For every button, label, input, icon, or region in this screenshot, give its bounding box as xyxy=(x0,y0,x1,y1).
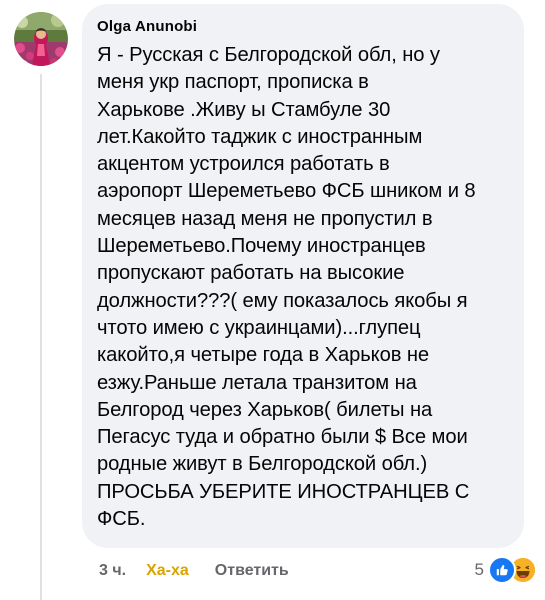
comment-bubble: Olga Anunobi Я - Русская с Белгородской … xyxy=(82,4,524,548)
comment-thread: Olga Anunobi Я - Русская с Белгородской … xyxy=(0,0,545,600)
reactions-summary[interactable]: 5 xyxy=(475,555,537,585)
reaction-count: 5 xyxy=(474,560,484,579)
comment-actions: 3 ч. Ха-ха Ответить xyxy=(99,560,289,582)
comment-author[interactable]: Olga Anunobi xyxy=(97,17,506,37)
thread-connector-line xyxy=(40,74,42,600)
comment-text: Я - Русская с Белгородской обл, но у мен… xyxy=(97,44,476,531)
reply-button[interactable]: Ответить xyxy=(215,562,289,580)
avatar[interactable] xyxy=(14,12,68,66)
reaction-haha-button[interactable]: Ха-ха xyxy=(146,562,189,580)
like-icon xyxy=(488,556,516,584)
comment-timestamp[interactable]: 3 ч. xyxy=(99,562,126,580)
